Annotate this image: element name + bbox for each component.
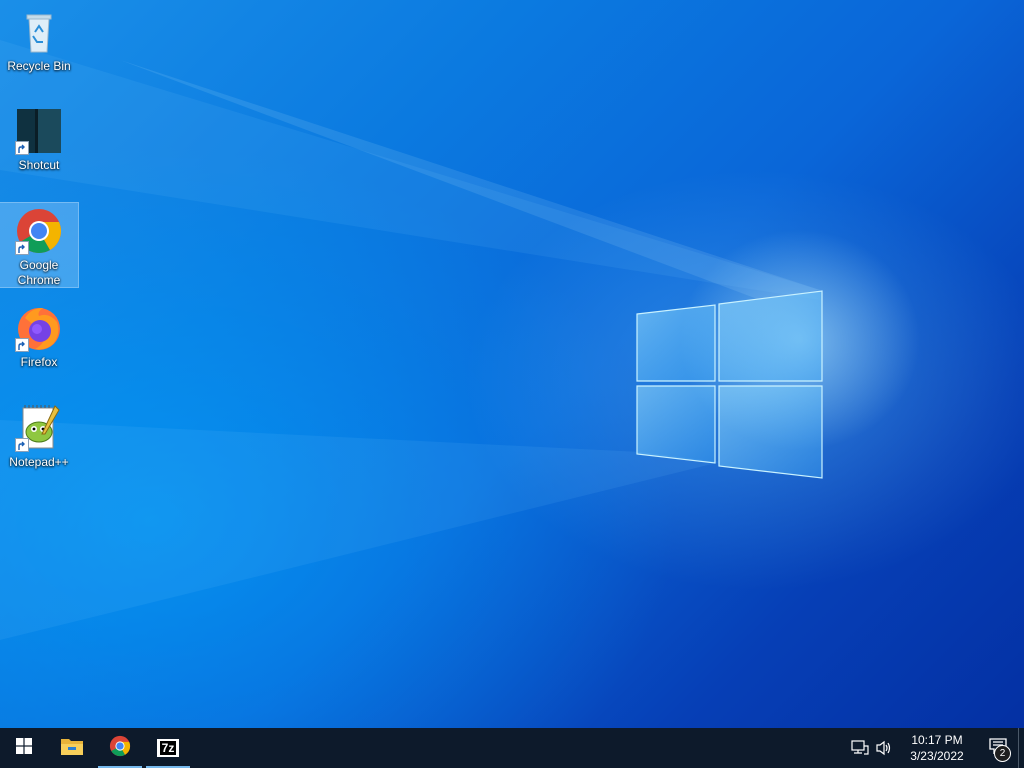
desktop-icon-label: Firefox xyxy=(20,355,58,369)
volume-icon[interactable] xyxy=(872,728,896,768)
desktop-icon-label: Notepad++ xyxy=(9,455,69,469)
taskbar-file-explorer[interactable] xyxy=(48,728,96,768)
system-tray: 10:17 PM 3/23/2022 2 xyxy=(848,728,1024,768)
desktop-icon-label: Recycle Bin xyxy=(7,59,71,73)
shotcut-icon xyxy=(15,107,63,155)
notification-count-badge: 2 xyxy=(994,745,1011,762)
windows-logo-wallpaper xyxy=(0,40,920,640)
start-button[interactable] xyxy=(0,728,48,768)
7zip-icon-text: 7z xyxy=(159,741,177,755)
chrome-icon xyxy=(15,207,63,255)
clock[interactable]: 10:17 PM 3/23/2022 xyxy=(902,732,972,764)
taskbar: 7z 10:17 PM 3/23/2022 2 xyxy=(0,728,1024,768)
desktop-icon-firefox[interactable]: Firefox xyxy=(0,300,78,370)
desktop-icon-recycle-bin[interactable]: Recycle Bin xyxy=(0,4,78,74)
notepadpp-icon xyxy=(15,404,63,452)
clock-date: 3/23/2022 xyxy=(910,749,964,763)
windows-start-icon xyxy=(16,737,32,759)
shortcut-arrow-icon xyxy=(15,241,29,255)
taskbar-google-chrome[interactable] xyxy=(96,728,144,768)
desktop-icon-label: Shotcut xyxy=(18,158,60,172)
network-icon[interactable] xyxy=(848,728,872,768)
clock-time: 10:17 PM xyxy=(911,733,963,747)
desktop-background[interactable]: Recycle Bin Shotcut Google Chrome Firefo… xyxy=(0,0,1024,728)
desktop-icon-label: Google Chrome xyxy=(17,258,61,287)
chrome-icon xyxy=(109,735,131,762)
7zip-icon: 7z xyxy=(157,739,179,757)
recycle-bin-icon xyxy=(15,8,63,56)
shortcut-arrow-icon xyxy=(15,338,29,352)
firefox-icon xyxy=(15,304,63,352)
show-desktop-button[interactable] xyxy=(1018,728,1024,768)
desktop-icon-google-chrome[interactable]: Google Chrome xyxy=(0,202,79,288)
desktop-icon-notepadpp[interactable]: Notepad++ xyxy=(0,400,78,470)
desktop-icon-shotcut[interactable]: Shotcut xyxy=(0,103,78,173)
shortcut-arrow-icon xyxy=(15,438,29,452)
taskbar-7zip[interactable]: 7z xyxy=(144,728,192,768)
file-explorer-icon xyxy=(60,736,84,761)
action-center-button[interactable]: 2 xyxy=(978,728,1018,768)
shortcut-arrow-icon xyxy=(15,141,29,155)
